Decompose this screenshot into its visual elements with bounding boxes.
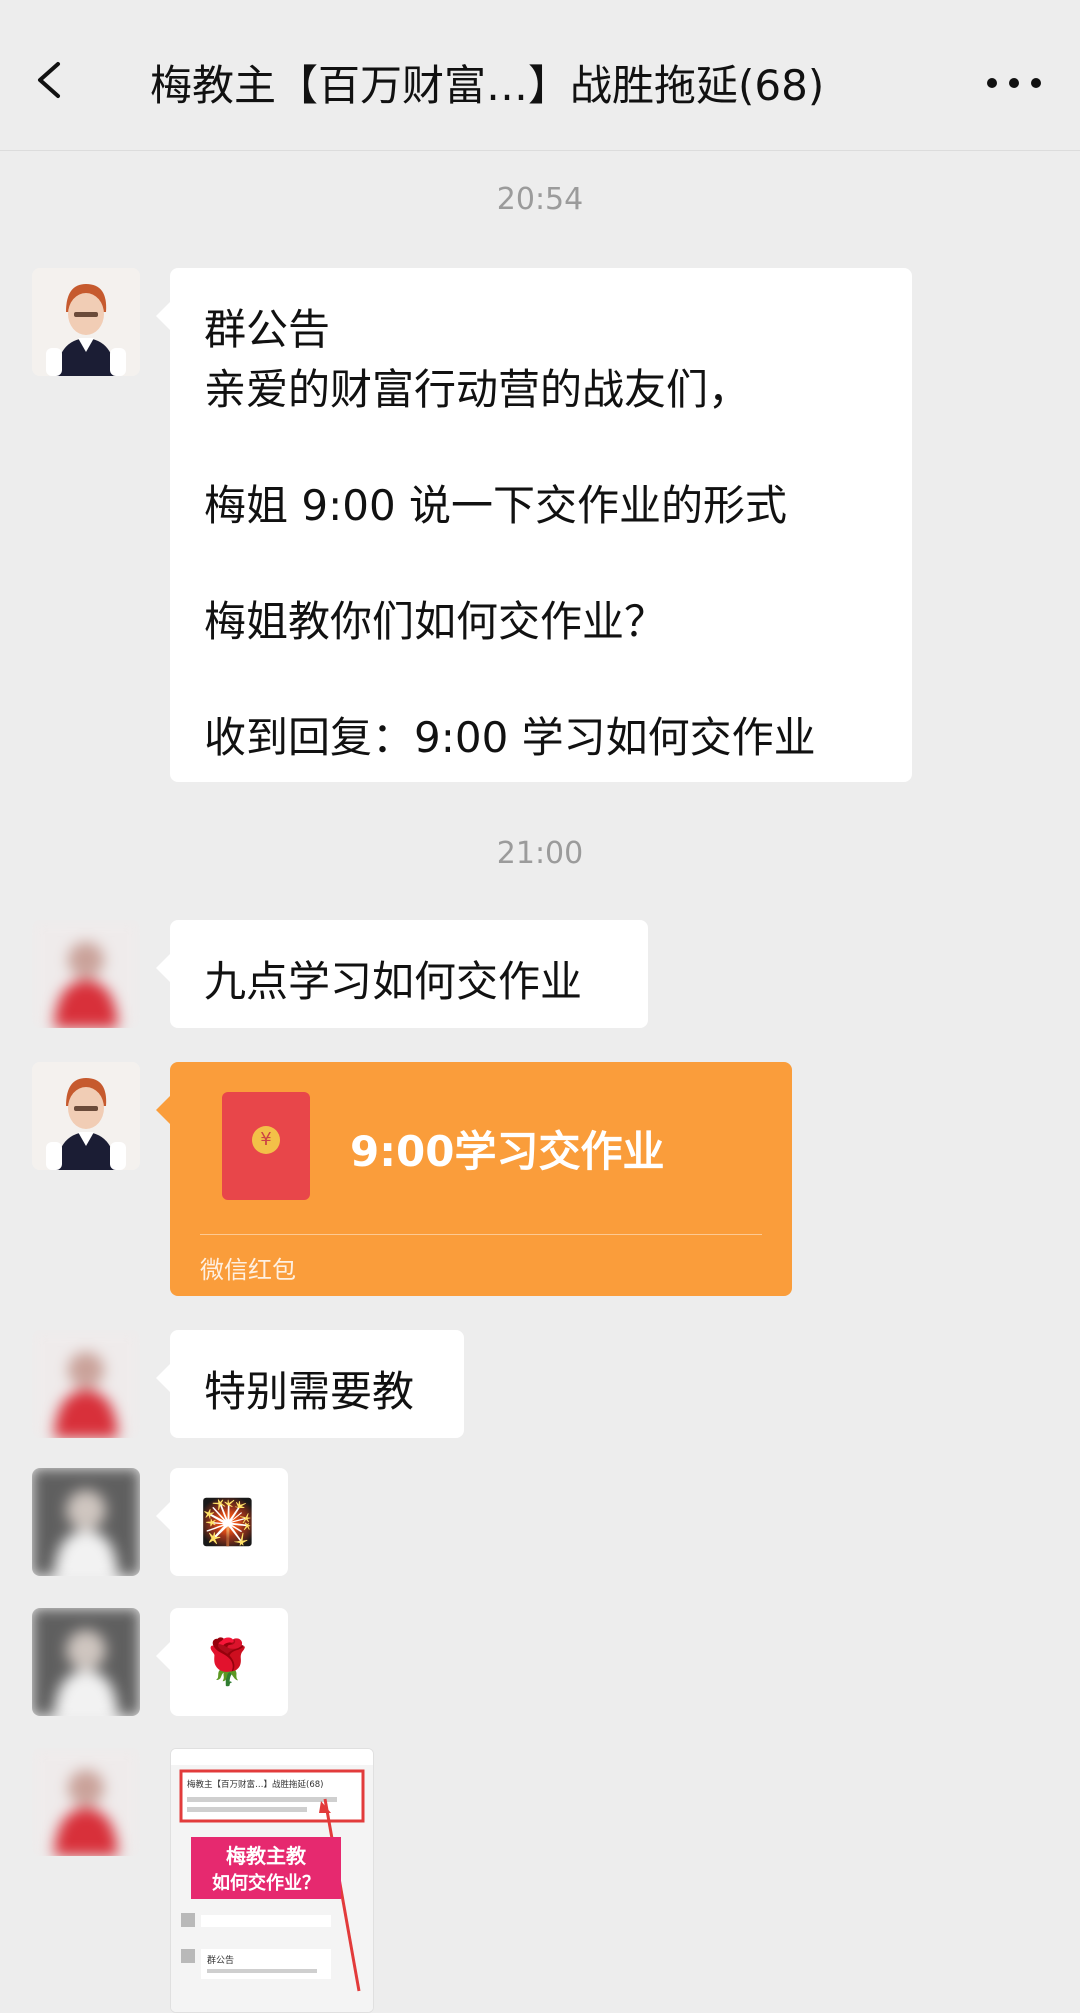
- thumbnail-caption: 群公告: [207, 1954, 234, 1966]
- announcement-bubble[interactable]: 群公告 亲爱的财富行动营的战友们， 梅姐 9:00 说一下交作业的形式 梅姐教你…: [156, 268, 912, 782]
- fireworks-icon: 🎇: [200, 1497, 255, 1548]
- avatar[interactable]: [32, 1468, 140, 1576]
- timestamp: 21:00: [496, 836, 584, 871]
- thumbnail-overlay-line: 如何交作业？: [212, 1872, 320, 1894]
- avatar[interactable]: [32, 1608, 140, 1716]
- emoji-bubble[interactable]: 🌹: [156, 1608, 288, 1716]
- announcement-line: 亲爱的财富行动营的战友们，: [204, 365, 751, 414]
- avatar[interactable]: [32, 268, 140, 376]
- screenshot-thumbnail: 梅教主【百万财富…】战胜拖延(68) 梅教主教 如何交作业？ 群公告: [171, 1749, 373, 2012]
- emoji-bubble[interactable]: 🎇: [156, 1468, 288, 1576]
- chat-header: 梅教主【百万财富…】战胜拖延(68): [0, 0, 1080, 151]
- red-packet-label: 微信红包: [200, 1256, 296, 1284]
- chevron-left-icon[interactable]: [30, 60, 70, 100]
- timestamp: 20:54: [496, 182, 584, 217]
- avatar[interactable]: [32, 920, 140, 1028]
- thumbnail-overlay-line: 梅教主教: [226, 1844, 307, 1868]
- divider: [200, 1234, 762, 1235]
- thumbnail-title: 梅教主【百万财富…】战胜拖延(68): [187, 1779, 323, 1790]
- chat-title: 梅教主【百万财富…】战胜拖延(68): [150, 61, 825, 110]
- announcement-line: 梅姐教你们如何交作业？: [204, 597, 667, 646]
- message-bubble[interactable]: 特别需要教: [156, 1330, 464, 1438]
- rose-icon: 🌹: [200, 1637, 255, 1688]
- avatar[interactable]: [32, 1748, 140, 1856]
- image-message[interactable]: 梅教主【百万财富…】战胜拖延(68) 梅教主教 如何交作业？ 群公告: [170, 1748, 374, 2013]
- announcement-line: 梅姐 9:00 说一下交作业的形式: [204, 481, 788, 530]
- avatar[interactable]: [32, 1062, 140, 1170]
- red-packet-message[interactable]: ¥ 9:00学习交作业 微信红包: [156, 1062, 792, 1296]
- message-text: 九点学习如何交作业: [204, 957, 583, 1006]
- announcement-line: 收到回复：9:00 学习如何交作业: [204, 713, 816, 762]
- red-packet-title: 9:00学习交作业: [350, 1127, 665, 1176]
- red-envelope-icon: ¥: [222, 1092, 310, 1200]
- message-text: 特别需要教: [204, 1367, 415, 1416]
- avatar[interactable]: [32, 1330, 140, 1438]
- announcement-heading: 群公告: [204, 305, 331, 354]
- message-bubble[interactable]: 九点学习如何交作业: [156, 920, 648, 1028]
- more-dots-icon[interactable]: [984, 68, 1044, 98]
